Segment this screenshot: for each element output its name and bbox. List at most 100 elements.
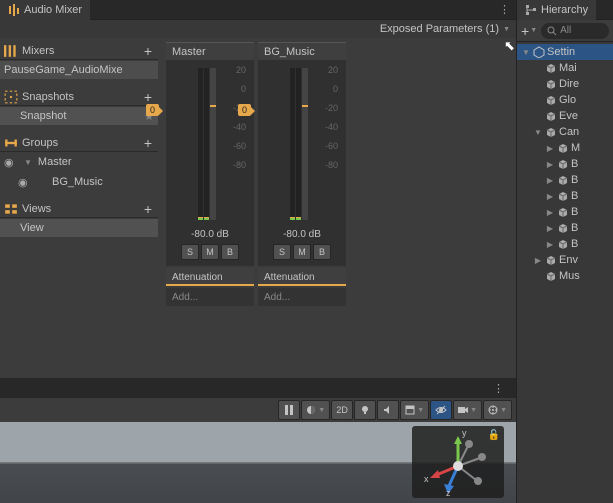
audio-mixer-tab[interactable]: Audio Mixer (0, 0, 90, 20)
foldout-icon[interactable]: ▶ (545, 240, 555, 249)
hierarchy-item-label: M (571, 142, 580, 154)
foldout-icon[interactable]: ▶ (533, 256, 543, 265)
hierarchy-item[interactable]: ▶ B (517, 236, 613, 252)
snapshots-header: Snapshots (22, 91, 138, 103)
hierarchy-item-label: Mus (559, 270, 580, 282)
channel-meter[interactable]: 0 200-20-40-60-80 (258, 60, 346, 226)
views-header: Views (22, 203, 138, 215)
scene-view[interactable]: 🔓 y x z (0, 422, 516, 503)
hierarchy-item-label: B (571, 158, 578, 170)
foldout-icon[interactable]: ▶ (545, 224, 555, 233)
gameobject-icon (545, 94, 557, 106)
shading-mode-button[interactable]: ▼ (301, 400, 330, 420)
foldout-icon[interactable]: ▶ (545, 192, 555, 201)
gameobject-icon (557, 222, 569, 234)
hierarchy-item[interactable]: Glo (517, 92, 613, 108)
foldout-icon[interactable]: ▶ (545, 160, 555, 169)
add-effect-button[interactable]: Add... (166, 288, 254, 306)
channel-name[interactable]: BG_Music (258, 42, 346, 60)
effect-slot[interactable]: Attenuation (166, 268, 254, 286)
s-button[interactable]: S (273, 244, 291, 260)
2d-toggle-button[interactable]: 2D (331, 400, 353, 420)
effects-dropdown-button[interactable]: ▼ (400, 400, 429, 420)
mixer-item[interactable]: PauseGame_AudioMixe (0, 61, 158, 79)
camera-dropdown-button[interactable]: ▼ (453, 400, 482, 420)
hierarchy-item-label: Can (559, 126, 579, 138)
hierarchy-item-label: B (571, 174, 578, 186)
exposed-parameters-dropdown[interactable]: Exposed Parameters (1) (380, 23, 499, 35)
group-item-master[interactable]: ◉ ▼ Master (0, 153, 158, 171)
hierarchy-item[interactable]: ▼ Settin (517, 44, 613, 60)
hierarchy-item[interactable]: Dire (517, 76, 613, 92)
audio-toggle-button[interactable] (377, 400, 399, 420)
gameobject-icon (545, 78, 557, 90)
hierarchy-item-label: Glo (559, 94, 576, 106)
foldout-icon[interactable]: ▼ (22, 158, 34, 167)
tab-options-icon[interactable]: ⋮ (493, 3, 516, 16)
add-view-button[interactable]: + (142, 201, 154, 217)
hierarchy-item[interactable]: Mai (517, 60, 613, 76)
hierarchy-icon (525, 4, 537, 16)
hierarchy-item[interactable]: ▶ Env (517, 252, 613, 268)
foldout-icon[interactable]: ▶ (545, 208, 555, 217)
gameobject-icon (557, 206, 569, 218)
hierarchy-item[interactable]: ▶ M (517, 140, 613, 156)
eye-icon[interactable]: ◉ (18, 176, 32, 189)
hierarchy-item[interactable]: ▶ B (517, 188, 613, 204)
meter-scale: 200-20-40-60-80 (325, 66, 338, 180)
pause-button[interactable] (278, 400, 300, 420)
hierarchy-item-label: B (571, 222, 578, 234)
snapshot-item[interactable]: Snapshot ★ (0, 107, 158, 125)
group-item-bgmusic[interactable]: ◉ BG_Music (0, 173, 158, 191)
add-effect-button[interactable]: Add... (258, 288, 346, 306)
add-mixer-button[interactable]: + (142, 43, 154, 59)
gameobject-icon (557, 158, 569, 170)
hierarchy-item-label: Settin (547, 46, 575, 58)
hierarchy-search-input[interactable]: All (541, 23, 609, 39)
gameobject-icon (545, 270, 557, 282)
axis-z-label: z (446, 488, 451, 498)
channel-meter[interactable]: 0 200-20-40-60-80 (166, 60, 254, 226)
hierarchy-item[interactable]: ▶ B (517, 156, 613, 172)
s-button[interactable]: S (181, 244, 199, 260)
gameobject-icon (545, 62, 557, 74)
hierarchy-item-label: Mai (559, 62, 577, 74)
add-snapshot-button[interactable]: + (142, 89, 154, 105)
hierarchy-item[interactable]: Mus (517, 268, 613, 284)
hierarchy-item[interactable]: ▶ B (517, 204, 613, 220)
view-item[interactable]: View (0, 219, 158, 237)
fader-value-marker[interactable]: 0 (238, 104, 251, 116)
hierarchy-item-label: B (571, 238, 578, 250)
foldout-icon[interactable]: ▼ (521, 48, 531, 57)
hierarchy-item[interactable]: Eve (517, 108, 613, 124)
visibility-toggle-button[interactable] (430, 400, 452, 420)
effect-slot[interactable]: Attenuation (258, 268, 346, 286)
hierarchy-item[interactable]: ▼ Can (517, 124, 613, 140)
db-readout: -80.0 dB (258, 226, 346, 241)
lock-icon[interactable]: 🔓 (488, 430, 500, 441)
m-button[interactable]: M (201, 244, 219, 260)
hierarchy-item[interactable]: ▶ B (517, 172, 613, 188)
add-group-button[interactable]: + (142, 135, 154, 151)
b-button[interactable]: B (313, 244, 331, 260)
b-button[interactable]: B (221, 244, 239, 260)
scene-toolbar: ▼ 2D ▼ ▼ ▼ (0, 398, 516, 422)
hierarchy-tab[interactable]: Hierarchy (517, 0, 596, 20)
foldout-icon[interactable]: ▼ (533, 128, 543, 137)
m-button[interactable]: M (293, 244, 311, 260)
hierarchy-create-button[interactable]: +▼ (521, 23, 537, 39)
hierarchy-item-label: Dire (559, 78, 579, 90)
lighting-toggle-button[interactable] (354, 400, 376, 420)
eye-icon[interactable]: ◉ (4, 156, 18, 169)
hierarchy-item[interactable]: ▶ B (517, 220, 613, 236)
orientation-gizmo[interactable]: 🔓 y x z (412, 426, 504, 498)
audio-mixer-tab-bar: Audio Mixer ⋮ (0, 0, 516, 20)
gizmos-dropdown-button[interactable]: ▼ (483, 400, 512, 420)
channel-name[interactable]: Master (166, 42, 254, 60)
scene-tab-options-icon[interactable]: ⋮ (487, 382, 510, 395)
groups-header: Groups (22, 137, 138, 149)
foldout-icon[interactable]: ▶ (545, 144, 555, 153)
fader-value-marker[interactable]: 0 (146, 104, 159, 116)
foldout-icon[interactable]: ▶ (545, 176, 555, 185)
groups-icon (4, 136, 18, 150)
